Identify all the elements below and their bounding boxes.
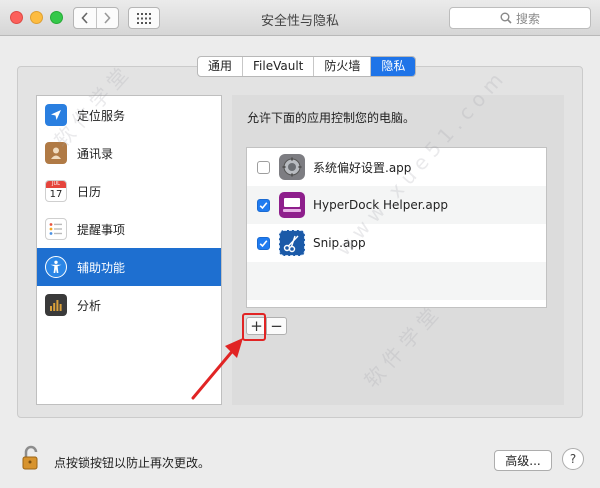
sidebar-item-calendar[interactable]: JUL 17 日历	[37, 172, 221, 210]
checkmark-icon	[259, 201, 268, 209]
system-preferences-gear-icon	[279, 154, 305, 180]
app-row-empty	[247, 262, 546, 300]
accessibility-icon	[45, 256, 67, 278]
search-placeholder: 搜索	[515, 11, 540, 26]
lock-open-icon[interactable]	[22, 445, 42, 471]
title-bar: 安全性与隐私 搜索	[0, 0, 600, 36]
app-checkbox[interactable]	[257, 198, 270, 212]
tab-general[interactable]: 通用	[198, 57, 244, 76]
sidebar-item-label: 定位服务	[77, 108, 126, 123]
sidebar-item-analytics[interactable]: 分析	[37, 286, 221, 324]
sidebar-item-reminders[interactable]: 提醒事项	[37, 210, 221, 248]
tab-bar: 通用 FileVault 防火墙 隐私	[197, 56, 417, 77]
annotation-arrow	[191, 338, 243, 400]
app-name: HyperDock Helper.app	[313, 198, 448, 212]
app-checkbox[interactable]	[257, 160, 270, 174]
sidebar-item-label: 提醒事项	[77, 222, 126, 237]
tab-privacy[interactable]: 隐私	[371, 57, 416, 76]
app-checkbox[interactable]	[257, 236, 270, 250]
app-row-snip[interactable]: Snip.app	[247, 224, 546, 262]
calendar-icon-day: 17	[49, 189, 63, 200]
app-name: 系统偏好设置.app	[313, 160, 412, 175]
tab-firewall[interactable]: 防火墙	[314, 57, 372, 76]
hyperdock-icon	[279, 192, 305, 218]
app-row-hyperdock-helper[interactable]: HyperDock Helper.app	[247, 186, 546, 224]
reminders-icon	[45, 218, 67, 240]
advanced-button[interactable]: 高级...	[494, 450, 552, 471]
sidebar-item-label: 辅助功能	[77, 260, 126, 275]
checkmark-icon	[259, 239, 268, 247]
contacts-book-icon	[45, 142, 67, 164]
sidebar-item-location-services[interactable]: 定位服务	[37, 96, 221, 134]
location-arrow-icon	[45, 104, 67, 126]
app-row-system-preferences[interactable]: 系统偏好设置.app	[247, 148, 546, 186]
sidebar-item-contacts[interactable]: 通讯录	[37, 134, 221, 172]
tab-filevault[interactable]: FileVault	[243, 57, 315, 76]
remove-app-button[interactable]: −	[266, 317, 287, 335]
search-field[interactable]: 搜索	[449, 7, 591, 29]
sidebar-item-label: 分析	[77, 298, 102, 313]
sidebar-item-label: 通讯录	[77, 146, 114, 161]
help-button[interactable]: ?	[562, 448, 584, 470]
lock-hint-text: 点按锁按钮以防止再次更改。	[54, 456, 211, 470]
search-icon	[500, 12, 512, 24]
analytics-icon	[45, 294, 67, 316]
sidebar-item-label: 日历	[77, 184, 102, 199]
accessibility-app-list: 系统偏好设置.app HyperDock Helper.app Snip.app	[246, 147, 547, 308]
app-name: Snip.app	[313, 236, 366, 250]
sidebar-item-accessibility[interactable]: 辅助功能	[37, 248, 221, 286]
snip-scissors-icon	[279, 230, 305, 256]
panel-heading: 允许下面的应用控制您的电脑。	[247, 111, 416, 125]
calendar-icon-month: JUL	[46, 181, 66, 188]
calendar-icon: JUL 17	[45, 180, 67, 202]
